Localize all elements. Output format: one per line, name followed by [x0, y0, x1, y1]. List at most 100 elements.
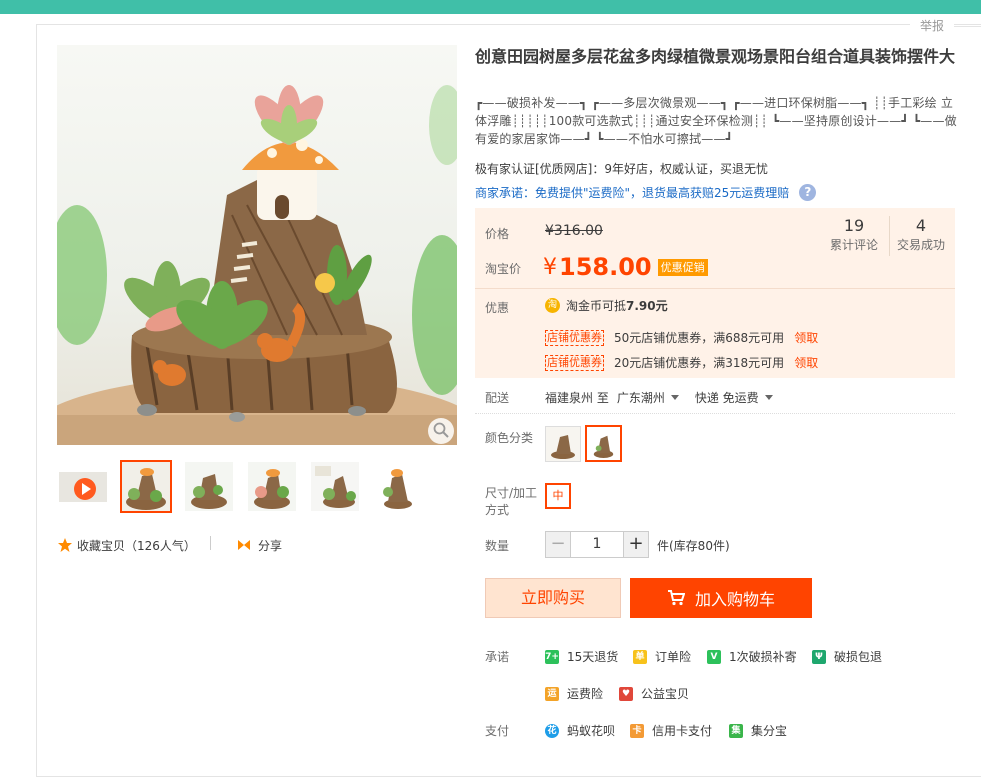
magnifier-icon — [433, 422, 449, 438]
stock-text: 件(库存80件) — [657, 539, 730, 553]
service-label: 公益宝贝 — [641, 687, 690, 701]
thumbnail-video[interactable] — [57, 460, 109, 513]
service-label: 15天退货 — [567, 650, 619, 664]
cart-icon — [667, 590, 685, 606]
certification-text: 极有家认证[优质网店]：9年好店，权威认证，买退无忧 — [475, 162, 769, 176]
product-subtitle: ┏——破损补发——┓ ┏——多层次微景观——┓ ┏——进口环保树脂——┓ ┊┊手… — [475, 96, 957, 146]
color-option[interactable] — [545, 426, 581, 462]
service-order-insurance[interactable]: 单 订单险 — [633, 648, 691, 665]
deals-count: 4 — [915, 216, 927, 235]
thumbnail-image[interactable] — [120, 460, 172, 513]
deals-label: 交易成功 — [896, 238, 945, 252]
shield-icon: Ψ — [812, 649, 826, 664]
jifenbao-icon: 集 — [729, 723, 743, 738]
quantity-label: 数量 — [485, 539, 510, 553]
product-title: 创意田园树屋多层花盆多肉绿植微景观场景阳台组合道具装饰摆件大 — [475, 47, 956, 66]
divider — [475, 413, 955, 414]
thumbnail-image[interactable] — [372, 460, 424, 513]
share-button[interactable]: 分享 — [236, 535, 282, 555]
credit-card-icon: 卡 — [630, 723, 644, 738]
coin-offset: 淘 淘金币可抵 7.90元 — [545, 297, 668, 314]
color-option-selected[interactable] — [585, 425, 622, 462]
coupon-row: 店铺优惠券 50元店铺优惠券，满688元可用 领取 — [545, 329, 818, 346]
ship-to: 广东潮州 — [616, 391, 665, 405]
promo-tag: 优惠促销 — [657, 258, 708, 276]
chevron-down-icon — [670, 395, 679, 400]
claim-coupon-link[interactable]: 领取 — [794, 329, 818, 346]
service-damage-resend[interactable]: V 1次破损补寄 — [707, 648, 797, 665]
reviews-stat[interactable]: 19 累计评论 — [826, 216, 882, 253]
thumbnail-strip — [57, 460, 457, 515]
coupon-text: 50元店铺优惠券，满688元可用 — [614, 331, 785, 345]
coupon-row: 店铺优惠券 20元店铺优惠券，满318元可用 领取 — [545, 354, 818, 371]
color-label: 颜色分类 — [485, 431, 534, 445]
ship-from: 福建泉州 至 — [545, 391, 609, 405]
report-link[interactable]: 举报 — [910, 17, 954, 35]
service-label: 订单险 — [655, 650, 692, 664]
question-icon[interactable]: ? — [799, 184, 817, 201]
pay-credit-card[interactable]: 卡 信用卡支付 — [630, 722, 712, 739]
payment-label: 支付 — [485, 724, 510, 738]
shipping-insurance-icon: 运 — [545, 686, 559, 701]
service-charity[interactable]: ♥ 公益宝贝 — [619, 685, 689, 702]
stat-divider — [889, 216, 890, 256]
pay-label: 蚂蚁花呗 — [567, 724, 616, 738]
video-thumb-art — [59, 472, 107, 502]
heart-icon: ♥ — [619, 686, 633, 701]
reviews-count: 19 — [843, 216, 865, 235]
quantity-decrease-button[interactable]: − — [545, 531, 571, 558]
huabei-icon: 花 — [545, 723, 559, 738]
service-15day-return[interactable]: 7+ 15天退货 — [545, 648, 618, 665]
service-label: 破损包退 — [834, 650, 883, 664]
service-label: 运费险 — [567, 687, 604, 701]
coupon-text: 20元店铺优惠券，满318元可用 — [614, 356, 785, 370]
ship-method-dropdown[interactable]: 快递 免运费 — [695, 389, 773, 406]
ship-to-dropdown[interactable]: 广东潮州 — [617, 389, 679, 406]
service-damage-refund[interactable]: Ψ 破损包退 — [812, 648, 882, 665]
coin-amount: 7.90元 — [626, 299, 668, 313]
divider — [210, 536, 211, 550]
pay-jifenbao[interactable]: 集 集分宝 — [729, 722, 787, 739]
thumbnail-image[interactable] — [183, 460, 235, 513]
price-value: 158.00 — [559, 253, 652, 281]
shipping-label: 配送 — [485, 391, 510, 405]
size-label: 尺寸/加工方式 — [485, 486, 538, 517]
current-price: ¥ 158.00 优惠促销 — [543, 253, 708, 281]
currency-symbol: ¥ — [543, 254, 557, 280]
promise-label: 承诺 — [485, 650, 510, 664]
price-label: 价格 — [485, 227, 510, 241]
add-to-cart-button[interactable]: 加入购物车 — [630, 578, 812, 618]
price-box-divider — [475, 288, 955, 289]
discount-label: 优惠 — [485, 301, 510, 315]
taobao-coin-icon: 淘 — [545, 298, 560, 313]
quantity-input[interactable]: 1 — [571, 531, 623, 558]
chevron-down-icon — [764, 395, 773, 400]
v-badge-icon: V — [707, 649, 721, 664]
quantity-increase-button[interactable]: + — [623, 531, 649, 558]
insurance-icon: 单 — [633, 649, 647, 664]
reviews-label: 累计评论 — [829, 238, 878, 252]
merchant-promise: 商家承诺：免费提供"运费险"，退货最高获赔25元运费理赔 ? — [475, 184, 817, 201]
size-option-selected[interactable]: 中 — [545, 483, 571, 509]
add-to-cart-label: 加入购物车 — [694, 590, 775, 609]
service-shipping-insurance[interactable]: 运 运费险 — [545, 685, 603, 702]
coupon-tag: 店铺优惠券 — [545, 329, 604, 346]
merchant-promise-text: 商家承诺：免费提供"运费险"，退货最高获赔25元运费理赔 — [475, 186, 790, 200]
coin-text: 淘金币可抵 — [566, 299, 627, 313]
taobao-price-label: 淘宝价 — [485, 262, 522, 276]
original-price: ¥316.00 — [545, 223, 603, 239]
share-label: 分享 — [258, 538, 283, 553]
main-product-image[interactable] — [57, 45, 457, 445]
collect-label: 收藏宝贝（126人气） — [77, 538, 196, 553]
thumbnail-image[interactable] — [309, 460, 361, 513]
return-icon: 7+ — [545, 649, 559, 664]
tree-house-planter-illustration — [57, 85, 457, 445]
buy-now-button[interactable]: 立即购买 — [485, 578, 621, 618]
thumbnail-image[interactable] — [246, 460, 298, 513]
report-divider — [954, 26, 981, 27]
claim-coupon-link[interactable]: 领取 — [794, 354, 818, 371]
collect-button[interactable]: 收藏宝贝（126人气） — [57, 535, 196, 555]
pay-huabei[interactable]: 花 蚂蚁花呗 — [545, 722, 615, 739]
share-icon — [238, 540, 250, 550]
deals-stat[interactable]: 4 交易成功 — [893, 216, 949, 253]
